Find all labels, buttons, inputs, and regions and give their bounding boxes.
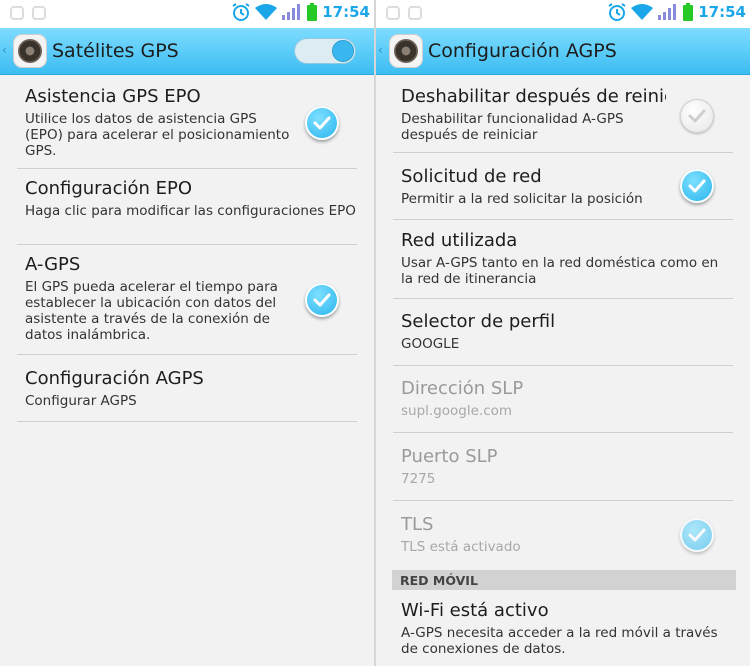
pref-summary: Permitir a la red solicitar la posición — [401, 191, 643, 207]
pref-tls: TLS TLS está activado — [401, 514, 666, 555]
pref-profile-selector[interactable]: Selector de perfil GOOGLE — [401, 311, 734, 352]
pref-agps-config[interactable]: Configuración AGPS Configurar AGPS — [25, 368, 358, 409]
back-icon[interactable]: ‹ — [2, 43, 8, 57]
toggle-knob — [332, 40, 354, 62]
status-bar: 17:54 — [0, 0, 374, 28]
agps-checkbox[interactable] — [305, 283, 339, 317]
pref-slp-address: Dirección SLP supl.google.com — [401, 378, 734, 419]
category-label: RED MÓVIL — [400, 573, 478, 588]
pref-agps[interactable]: A-GPS El GPS pueda acelerar el tiempo pa… — [25, 254, 294, 343]
pref-summary: Utilice los datos de asistencia GPS (EPO… — [25, 111, 290, 159]
pref-title: Solicitud de red — [401, 166, 542, 187]
pref-title: Configuración EPO — [25, 178, 193, 199]
right-screen: 17:54 ‹ Configuración AGPS Deshabilitar … — [376, 0, 750, 666]
pref-disable-after-reboot[interactable]: Deshabilitar después de reinicia Deshabi… — [401, 86, 666, 143]
notification-icon — [10, 6, 24, 20]
pref-title: Wi-Fi está activo — [401, 600, 549, 621]
status-time: 17:54 — [322, 3, 370, 21]
pref-summary: Configurar AGPS — [25, 393, 137, 409]
screen-title: Configuración AGPS — [428, 40, 617, 62]
checkmark-icon — [688, 109, 706, 123]
pref-summary: 7275 — [401, 471, 436, 487]
pref-title: Dirección SLP — [401, 378, 524, 399]
action-bar: ‹ Satélites GPS — [0, 28, 374, 75]
divider — [393, 500, 733, 501]
disable-after-reboot-checkbox[interactable] — [680, 99, 714, 133]
divider — [17, 421, 357, 422]
status-time: 17:54 — [698, 3, 746, 21]
pref-summary: TLS está activado — [401, 539, 521, 555]
pref-summary: El GPS pueda acelerar el tiempo para est… — [25, 279, 278, 343]
battery-icon — [683, 3, 693, 21]
epo-assist-checkbox[interactable] — [305, 106, 339, 140]
pref-epo-config[interactable]: Configuración EPO Haga clic para modific… — [25, 178, 358, 219]
checkmark-icon — [313, 293, 331, 307]
battery-icon — [307, 3, 317, 21]
pref-network-used[interactable]: Red utilizada Usar A-GPS tanto en la red… — [401, 230, 734, 287]
divider — [17, 244, 357, 245]
signal-icon — [282, 4, 302, 20]
left-screen: 17:54 ‹ Satélites GPS Asistencia GPS EPO… — [0, 0, 374, 666]
pref-slp-port: Puerto SLP 7275 — [401, 446, 734, 487]
notification-icon — [386, 6, 400, 20]
pref-title: Red utilizada — [401, 230, 518, 251]
pref-summary: supl.google.com — [401, 403, 513, 419]
app-icon[interactable] — [390, 35, 422, 67]
pref-title: Selector de perfil — [401, 311, 556, 332]
divider — [393, 365, 733, 366]
pref-epo-assist[interactable]: Asistencia GPS EPO Utilice los datos de … — [25, 86, 294, 159]
network-request-checkbox[interactable] — [680, 169, 714, 203]
pref-summary: GOOGLE — [401, 336, 460, 352]
pref-title: Deshabilitar después de reinicia — [401, 86, 666, 107]
screen-title: Satélites GPS — [52, 40, 179, 62]
notification-icon — [32, 6, 46, 20]
pref-summary: Usar A-GPS tanto en la red doméstica com… — [401, 255, 719, 287]
divider — [17, 354, 357, 355]
tls-checkbox — [680, 518, 714, 552]
divider — [17, 168, 357, 169]
alarm-icon — [232, 3, 250, 21]
wifi-icon — [631, 4, 653, 20]
wifi-icon — [255, 4, 277, 20]
pref-summary: Deshabilitar funcionalidad A-GPS después… — [401, 111, 624, 143]
gps-toggle[interactable] — [294, 38, 356, 64]
category-header: RED MÓVIL — [392, 570, 736, 590]
pref-title: TLS — [401, 514, 434, 535]
pref-wifi-active[interactable]: Wi-Fi está activo A-GPS necesita acceder… — [401, 600, 734, 657]
pref-network-request[interactable]: Solicitud de red Permitir a la red solic… — [401, 166, 666, 207]
app-icon[interactable] — [14, 35, 46, 67]
pref-summary: A-GPS necesita acceder a la red móvil a … — [401, 625, 718, 657]
notification-icon — [408, 6, 422, 20]
pref-summary: Haga clic para modificar las configuraci… — [25, 203, 356, 219]
checkmark-icon — [313, 116, 331, 130]
signal-icon — [658, 4, 678, 20]
action-bar: ‹ Configuración AGPS — [376, 28, 750, 75]
divider — [393, 152, 733, 153]
pref-title: Configuración AGPS — [25, 368, 204, 389]
checkmark-icon — [688, 179, 706, 193]
alarm-icon — [608, 3, 626, 21]
checkmark-icon — [688, 528, 706, 542]
pref-title: Asistencia GPS EPO — [25, 86, 201, 107]
back-icon[interactable]: ‹ — [378, 43, 384, 57]
status-bar: 17:54 — [376, 0, 750, 28]
pref-title: A-GPS — [25, 254, 81, 275]
divider — [393, 219, 733, 220]
divider — [393, 432, 733, 433]
pref-title: Puerto SLP — [401, 446, 498, 467]
divider — [393, 298, 733, 299]
